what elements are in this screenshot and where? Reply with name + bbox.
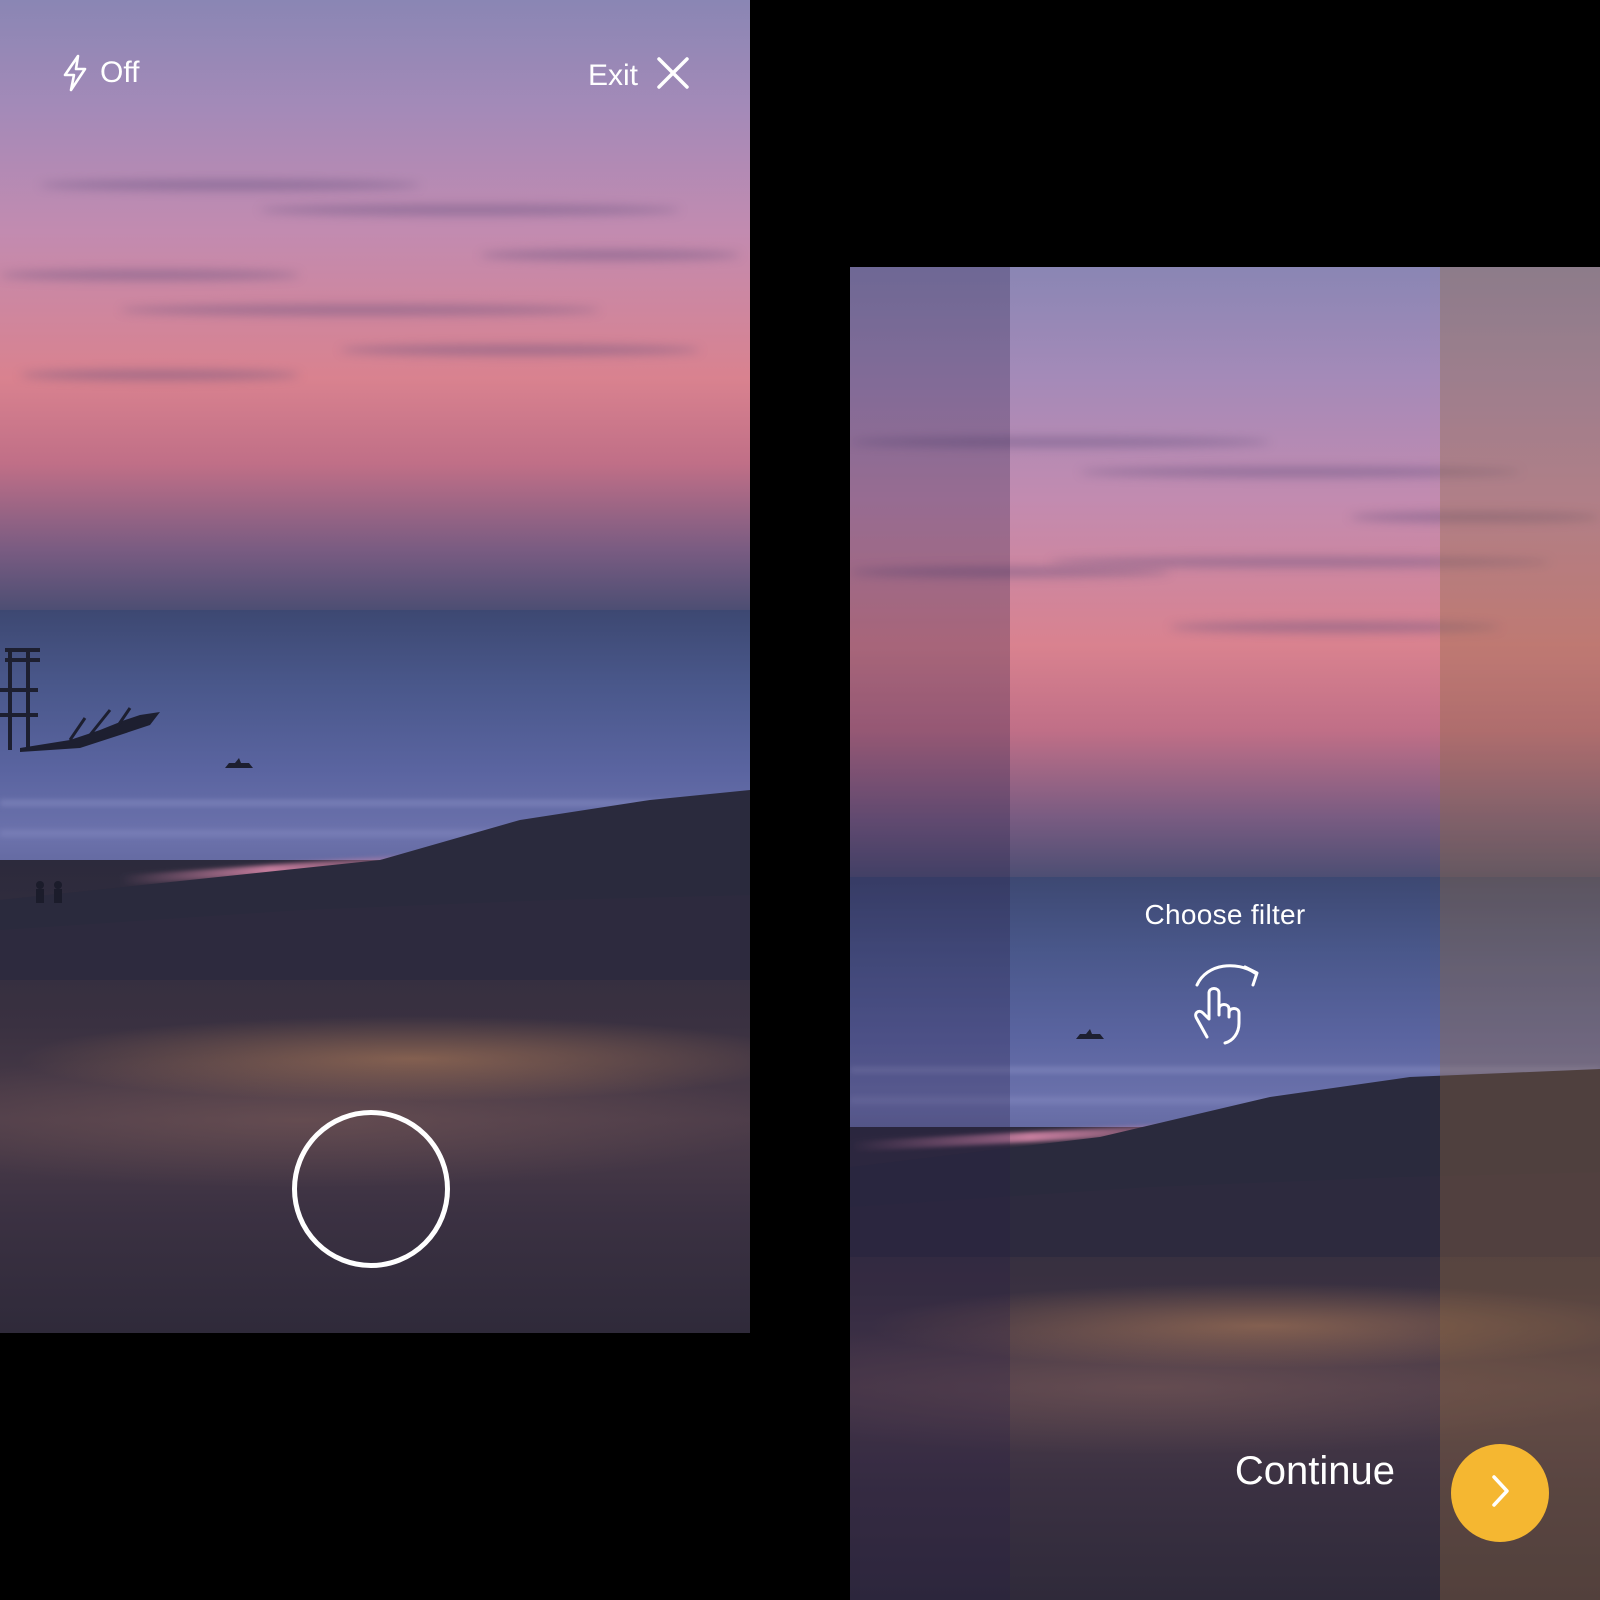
flash-status-label: Off xyxy=(100,56,140,89)
cloud xyxy=(340,345,700,355)
cloud xyxy=(20,370,300,380)
chevron-right-icon xyxy=(1485,1471,1515,1516)
flash-toggle-button[interactable]: Off xyxy=(60,54,139,92)
shutter-button[interactable] xyxy=(292,1110,450,1268)
close-x-icon xyxy=(656,56,690,95)
cloud xyxy=(40,180,420,190)
continue-label[interactable]: Continue xyxy=(1235,1447,1395,1495)
next-filter-preview[interactable] xyxy=(1440,267,1600,1600)
continue-button[interactable] xyxy=(1451,1444,1549,1542)
cloud xyxy=(0,270,300,280)
filter-preview[interactable]: Choose filter xyxy=(850,267,1600,1600)
distant-boat xyxy=(225,758,253,768)
shingle-bank xyxy=(0,790,750,980)
distant-boat xyxy=(1076,1029,1104,1039)
pier-silhouette xyxy=(0,648,160,752)
lightning-bolt-icon xyxy=(60,54,90,92)
cloud xyxy=(480,250,740,260)
camera-viewfinder: Off Exit xyxy=(0,0,750,1333)
exit-button[interactable]: Exit xyxy=(588,56,690,95)
cloud xyxy=(260,205,680,215)
people-silhouettes xyxy=(36,881,62,903)
cloud xyxy=(120,305,600,315)
exit-label: Exit xyxy=(587,58,638,92)
previous-filter-preview[interactable] xyxy=(850,267,1010,1600)
swipe-hand-icon xyxy=(1185,957,1265,1047)
choose-filter-hint: Choose filter xyxy=(1144,899,1306,930)
